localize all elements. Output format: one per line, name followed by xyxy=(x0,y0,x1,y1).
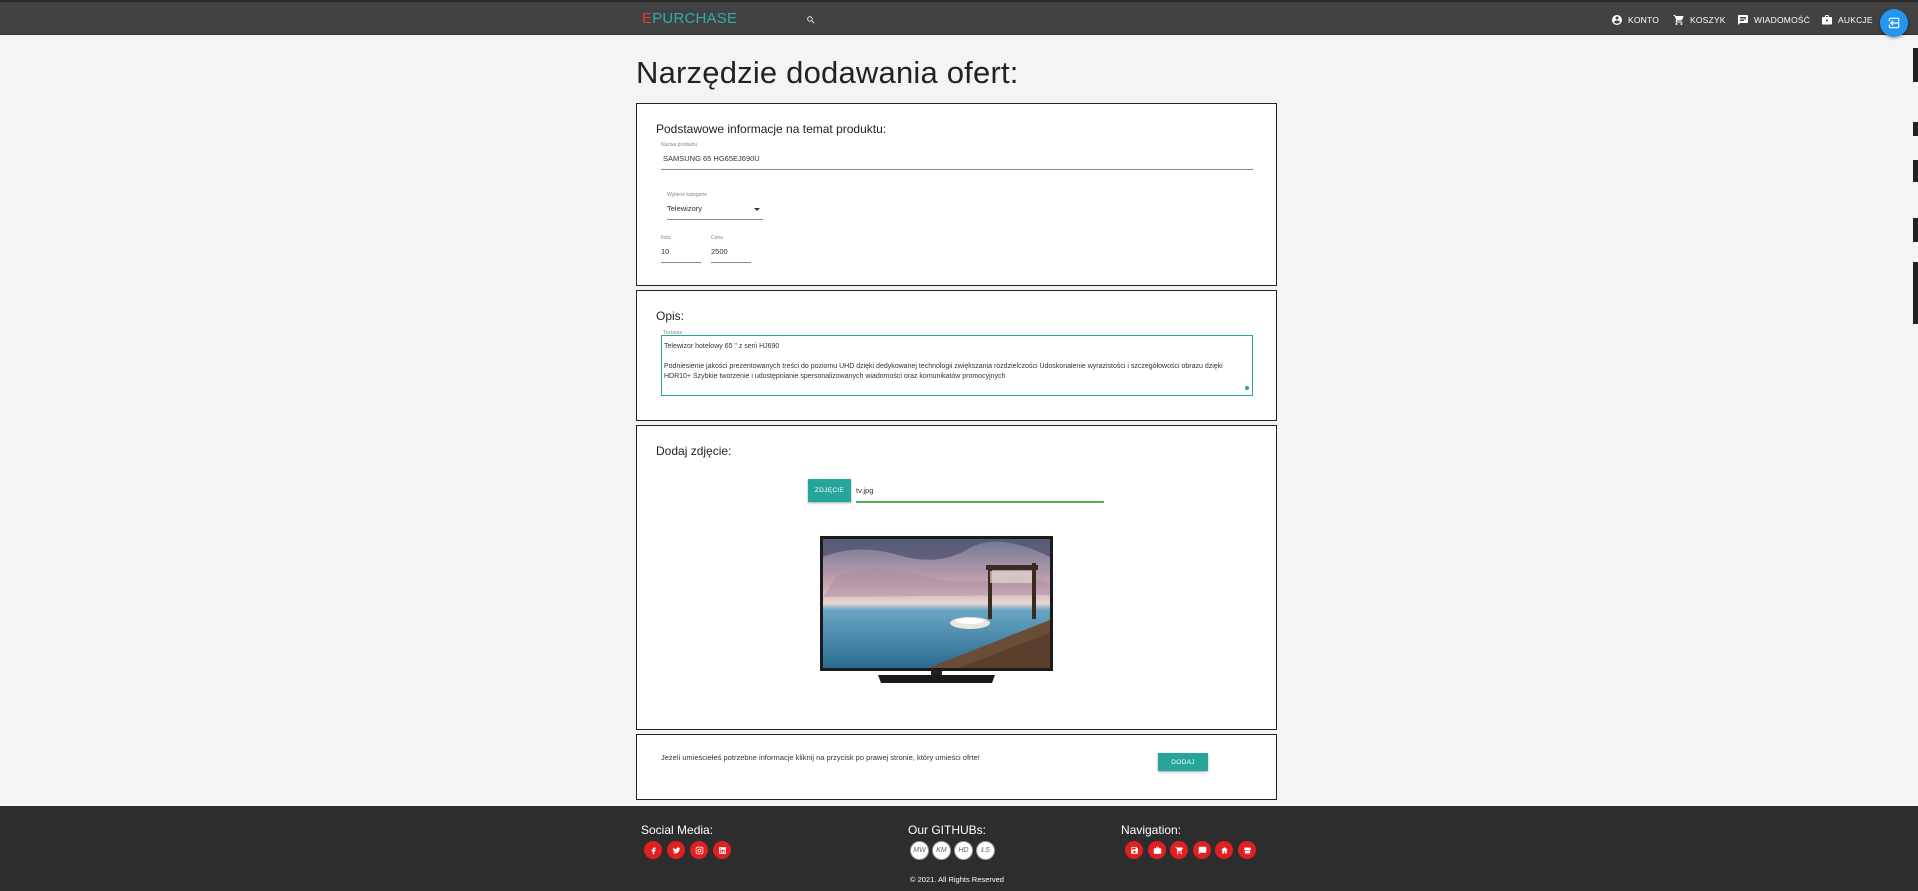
github-heading: Our GITHUBs: xyxy=(908,823,987,837)
search-icon[interactable] xyxy=(806,12,820,26)
category-underline xyxy=(667,219,763,220)
copyright-text: © 2021. All Rights Reserved xyxy=(910,875,1004,884)
product-name-underline xyxy=(661,169,1253,170)
resize-handle[interactable] xyxy=(1245,386,1249,390)
price-input[interactable]: 2500 xyxy=(711,247,728,256)
facebook-icon[interactable] xyxy=(644,841,662,859)
scroll-marker xyxy=(1913,262,1918,324)
basic-info-card: Podstawowe informacje na temat produktu:… xyxy=(636,103,1277,286)
instagram-icon[interactable] xyxy=(690,841,708,859)
price-underline xyxy=(711,262,751,263)
github-avatar[interactable]: KM xyxy=(932,841,951,860)
nav-aukcje[interactable]: AUKCJE xyxy=(1821,13,1873,27)
quantity-input[interactable]: 10 xyxy=(661,247,669,256)
scroll-marker xyxy=(1913,218,1918,242)
linkedin-icon[interactable] xyxy=(713,841,731,859)
submit-hint: Jeżeli umieściełeś potrzebne informacje … xyxy=(661,753,980,762)
description-textarea[interactable]: Telewizor hotelowy 65 " z serii HJ690 Po… xyxy=(661,335,1253,396)
twitter-icon[interactable] xyxy=(667,841,685,859)
product-name-label: Nazwa produktu xyxy=(661,142,698,148)
footer: Social Media: Our GITHUBs: MW KM HD ŁS ©… xyxy=(0,806,1918,891)
nav-wiadomosc-label: WIADOMOŚĆ xyxy=(1754,15,1811,25)
basic-info-heading: Podstawowe informacje na temat produktu: xyxy=(656,122,887,136)
description-card: Opis: Textarea Telewizor hotelowy 65 " z… xyxy=(636,290,1277,421)
quantity-label: Ilość xyxy=(661,235,672,241)
scroll-marker xyxy=(1913,160,1918,182)
home-icon[interactable] xyxy=(1215,841,1233,859)
cart-icon xyxy=(1673,15,1684,25)
brand-name: PURCHASE xyxy=(652,10,738,27)
account-circle-icon xyxy=(1612,15,1622,25)
price-label: Cena xyxy=(711,235,723,241)
cart-icon[interactable] xyxy=(1170,841,1188,859)
briefcase-icon[interactable] xyxy=(1148,841,1166,859)
nav-koszyk-label: KOSZYK xyxy=(1690,15,1726,25)
scroll-marker xyxy=(1913,48,1918,82)
brand-logo[interactable]: EPURCHASE xyxy=(642,10,737,27)
page-title: Narzędzie dodawania ofert: xyxy=(636,55,1019,90)
top-navbar: EPURCHASE KONTO KOSZYK WIADOMOŚĆ AUKCJE xyxy=(0,0,1918,37)
social-media-heading: Social Media: xyxy=(641,823,714,837)
nav-wiadomosc[interactable]: WIADOMOŚĆ xyxy=(1737,13,1810,27)
photo-card: Dodaj zdjęcie: ZDJĘCIE tv.jpg xyxy=(636,425,1277,730)
brand-prefix: E xyxy=(642,10,653,27)
save-icon[interactable] xyxy=(1125,841,1143,859)
scroll-marker xyxy=(1913,122,1918,136)
github-avatar[interactable]: ŁS xyxy=(976,841,995,860)
category-select[interactable]: Telewizory xyxy=(667,204,702,213)
product-name-input[interactable]: SAMSUNG 65 HG65EJ690U xyxy=(663,154,760,163)
description-line-1: Telewizor hotelowy 65 " z serii HJ690 xyxy=(664,343,780,350)
product-image xyxy=(820,536,1053,683)
photo-heading: Dodaj zdjęcie: xyxy=(656,444,732,458)
nav-aukcje-label: AUKCJE xyxy=(1838,15,1873,25)
add-offer-button[interactable]: DODAJ xyxy=(1158,753,1208,771)
login-icon xyxy=(1888,17,1900,29)
quantity-underline xyxy=(661,262,701,263)
navigation-heading: Navigation: xyxy=(1121,823,1182,837)
file-name-underline xyxy=(856,501,1104,503)
category-label: Wybierz kategorie xyxy=(667,192,707,198)
login-button[interactable] xyxy=(1880,9,1908,37)
nav-konto[interactable]: KONTO xyxy=(1611,13,1659,27)
shop-icon[interactable] xyxy=(1238,841,1256,859)
submit-card: Jeżeli umieściełeś potrzebne informacje … xyxy=(636,734,1277,800)
file-name-input[interactable]: tv.jpg xyxy=(856,486,873,495)
nav-koszyk[interactable]: KOSZYK xyxy=(1673,13,1726,27)
description-heading: Opis: xyxy=(656,309,685,323)
photo-upload-button[interactable]: ZDJĘCIE xyxy=(808,479,851,502)
briefcase-icon xyxy=(1822,15,1832,25)
github-avatar[interactable]: MW xyxy=(910,841,929,860)
chevron-down-icon[interactable] xyxy=(754,208,760,211)
github-avatar[interactable]: HD xyxy=(954,841,973,860)
message-icon xyxy=(1738,15,1748,25)
nav-konto-label: KONTO xyxy=(1628,15,1660,25)
description-line-2: Podniesienie jakości prezentowanych treś… xyxy=(664,363,1223,380)
chat-icon[interactable] xyxy=(1193,841,1211,859)
